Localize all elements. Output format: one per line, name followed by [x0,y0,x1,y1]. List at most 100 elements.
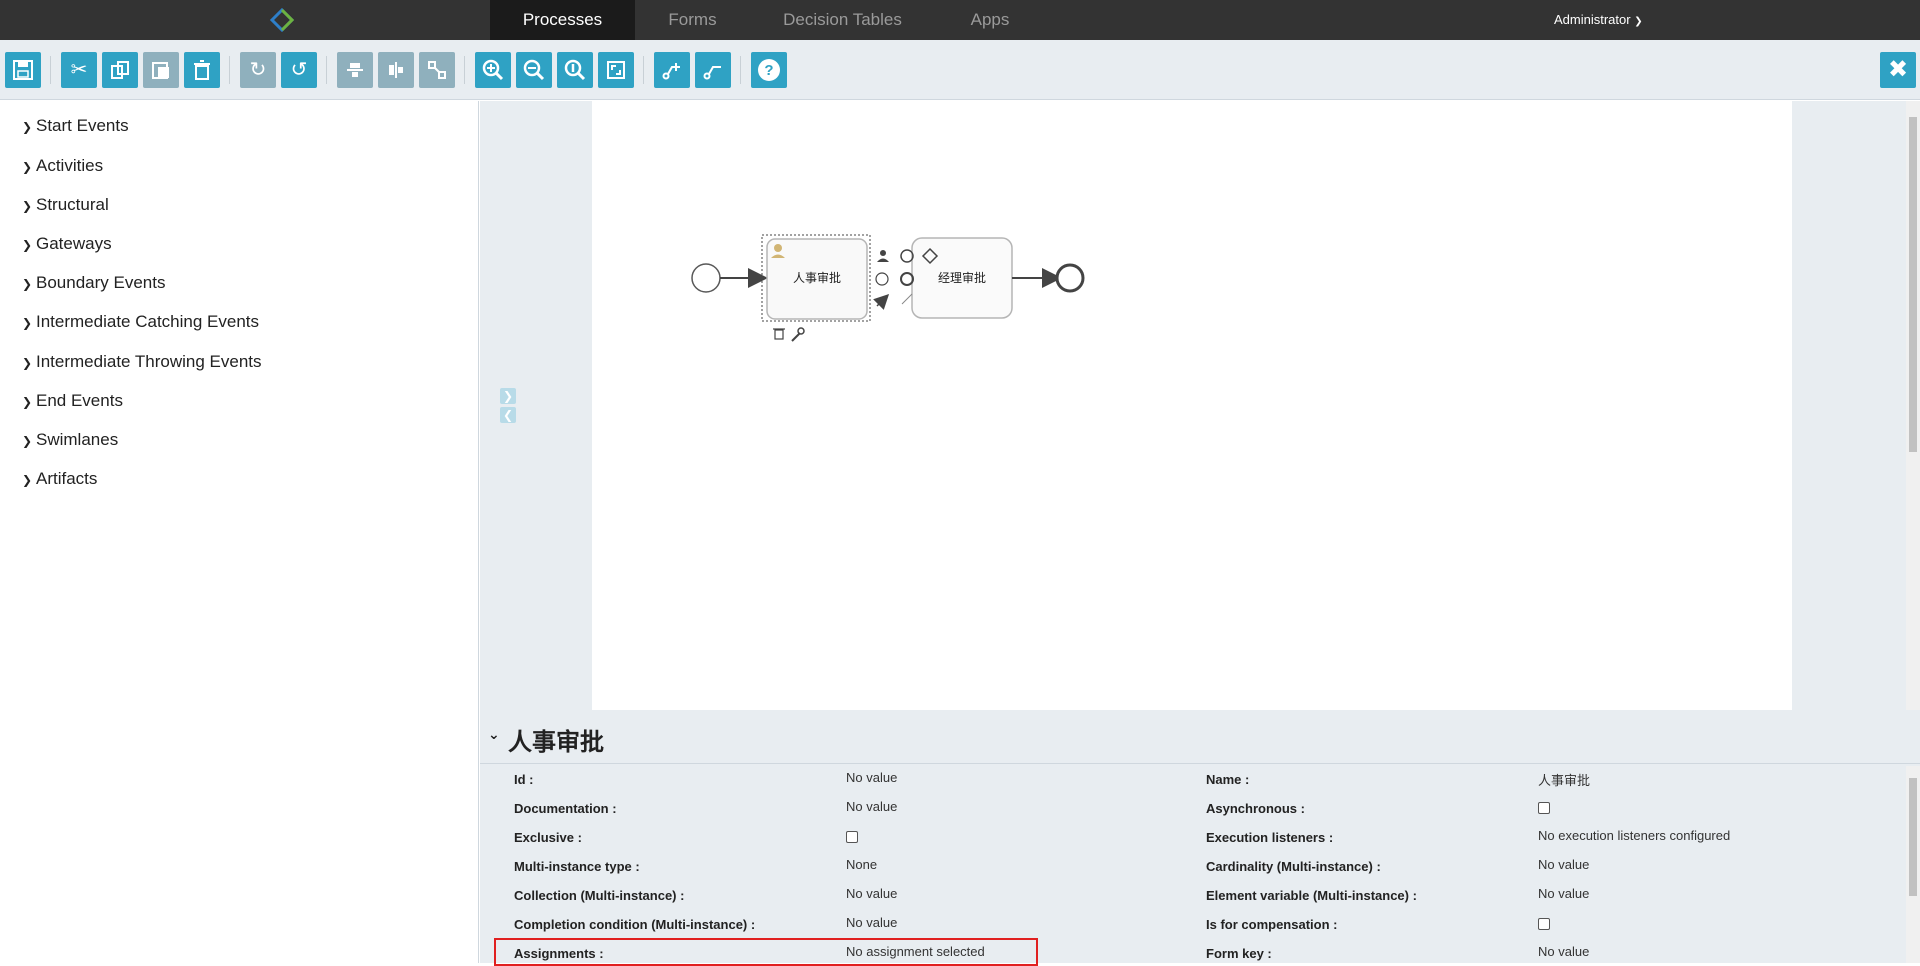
prop-value-element-variable[interactable]: No value [1538,886,1589,901]
top-nav-bar: Processes Forms Decision Tables Apps Adm… [0,0,1920,46]
chevron-right-icon: ❯ [22,160,33,174]
connector-icon[interactable] [873,293,890,310]
exclusive-checkbox[interactable] [846,831,858,843]
prop-value-id[interactable]: No value [846,770,897,785]
event-icon[interactable] [900,249,914,263]
prop-value-collection[interactable]: No value [846,886,897,901]
task-label-hr-approval: 人事审批 [792,271,841,285]
app-logo-icon[interactable] [269,7,295,33]
align-horizontal-icon [347,63,363,77]
prop-value-multi-instance-type[interactable]: None [846,857,877,872]
association-icon[interactable] [901,293,913,305]
collapse-palette-button[interactable]: ❮ [500,407,516,423]
chevron-right-icon: ❯ [22,473,33,487]
prop-label-asynchronous: Asynchronous : [1206,801,1305,816]
zoom-in-button[interactable] [475,52,511,88]
properties-title: 人事审批 [508,729,604,756]
remove-bendpoint-icon [703,66,721,80]
delete-button[interactable] [184,52,220,88]
cut-button[interactable]: ✂ [61,52,97,88]
zoom-fit-icon [607,61,625,79]
trash-icon[interactable] [773,328,785,340]
prop-value-completion-condition[interactable]: No value [846,915,897,930]
prop-label-is-for-compensation: Is for compensation : [1206,917,1338,932]
palette-group-intermediate-catching-events[interactable]: ❯ Intermediate Catching Events [22,312,259,332]
expand-palette-button[interactable]: ❯ [500,388,516,404]
asynchronous-checkbox[interactable] [1538,802,1550,814]
palette-group-structural[interactable]: ❯ Structural [22,195,109,215]
chevron-right-icon: ❯ [22,356,33,370]
shape-palette: ❯ Start Events ❯ Activities ❯ Structural ❯ G… [0,101,479,963]
prop-label-multi-instance-type: Multi-instance type : [514,859,640,874]
copy-button[interactable] [102,52,138,88]
zoom-out-button[interactable] [516,52,552,88]
chevron-right-icon: ❯ [22,120,33,134]
start-event[interactable] [691,263,721,293]
nav-tab-apps[interactable]: Apps [935,0,1045,40]
canvas-scrollbar[interactable] [1906,101,1920,710]
close-icon: ✖ [1887,56,1909,83]
prop-label-completion-condition: Completion condition (Multi-instance) : [514,917,756,932]
palette-group-gateways[interactable]: ❯ Gateways [22,234,112,254]
redo-icon: ↻ [249,59,267,81]
user-menu[interactable]: Administrator ❯ [1554,0,1643,40]
diagram-canvas[interactable]: 人事审批 经理审批 [592,101,1792,710]
editor-toolbar: ✂ ↻ ↺ ? ✖ [0,40,1920,100]
prop-label-element-variable: Element variable (Multi-instance) : [1206,888,1417,903]
palette-group-intermediate-throwing-events[interactable]: ❯ Intermediate Throwing Events [22,352,262,372]
prop-value-name[interactable]: 人事审批 [1538,770,1590,789]
align-horizontal-button[interactable] [337,52,373,88]
help-button[interactable]: ? [751,52,787,88]
prop-label-documentation: Documentation : [514,801,617,816]
zoom-actual-button[interactable] [557,52,593,88]
prop-label-execution-listeners: Execution listeners : [1206,830,1334,845]
wrench-icon[interactable] [791,327,805,342]
zoom-out-icon [523,59,545,81]
palette-group-end-events[interactable]: ❯ End Events [22,391,123,411]
prop-value-cardinality[interactable]: No value [1538,857,1589,872]
prop-value-execution-listeners[interactable]: No execution listeners configured [1538,828,1730,843]
prop-label-assignments: Assignments : [514,946,604,961]
prop-value-documentation[interactable]: No value [846,799,897,814]
nav-tab-processes[interactable]: Processes [490,0,635,46]
chevron-right-icon: ❯ [22,395,33,409]
prop-label-id: Id : [514,772,534,787]
remove-bendpoint-button[interactable] [695,52,731,88]
redo-button[interactable]: ↻ [240,52,276,88]
properties-header[interactable]: ⌄ 人事审批 [480,710,1920,764]
add-bendpoint-button[interactable] [654,52,690,88]
prop-label-exclusive: Exclusive : [514,830,582,845]
add-bendpoint-icon [662,63,680,80]
chevron-right-icon: ❯ [22,277,33,291]
chevron-down-icon[interactable]: ⌄ [488,726,500,743]
prop-label-form-key: Form key : [1206,946,1272,961]
timer-icon[interactable] [875,272,889,286]
chevron-right-icon: ❯ [22,238,33,252]
undo-button[interactable]: ↺ [281,52,317,88]
user-task-icon[interactable] [877,250,889,262]
nav-tab-forms[interactable]: Forms [645,0,740,40]
scissors-icon: ✂ [70,59,88,81]
compensation-checkbox[interactable] [1538,918,1550,930]
chevron-right-icon: ❯ [502,389,514,403]
palette-group-swimlanes[interactable]: ❯ Swimlanes [22,430,118,450]
chevron-right-icon: ❯ [22,434,33,448]
palette-group-activities[interactable]: ❯ Activities [22,156,103,176]
same-size-button[interactable] [419,52,455,88]
properties-scrollbar[interactable] [1906,766,1920,963]
palette-group-start-events[interactable]: ❯ Start Events [22,116,129,136]
prop-value-form-key[interactable]: No value [1538,944,1589,959]
end-event[interactable] [1055,263,1085,293]
align-vertical-icon [389,62,403,78]
zoom-fit-button[interactable] [598,52,634,88]
prop-value-assignments[interactable]: No assignment selected [846,944,985,959]
palette-group-boundary-events[interactable]: ❯ Boundary Events [22,273,165,293]
paste-button[interactable] [143,52,179,88]
close-editor-button[interactable]: ✖ [1880,52,1916,88]
nav-tab-decision-tables[interactable]: Decision Tables [770,0,915,40]
palette-group-artifacts[interactable]: ❯ Artifacts [22,469,97,489]
align-vertical-button[interactable] [378,52,414,88]
svg-text:?: ? [764,62,773,79]
copy-icon [111,61,129,79]
save-button[interactable] [5,52,41,88]
